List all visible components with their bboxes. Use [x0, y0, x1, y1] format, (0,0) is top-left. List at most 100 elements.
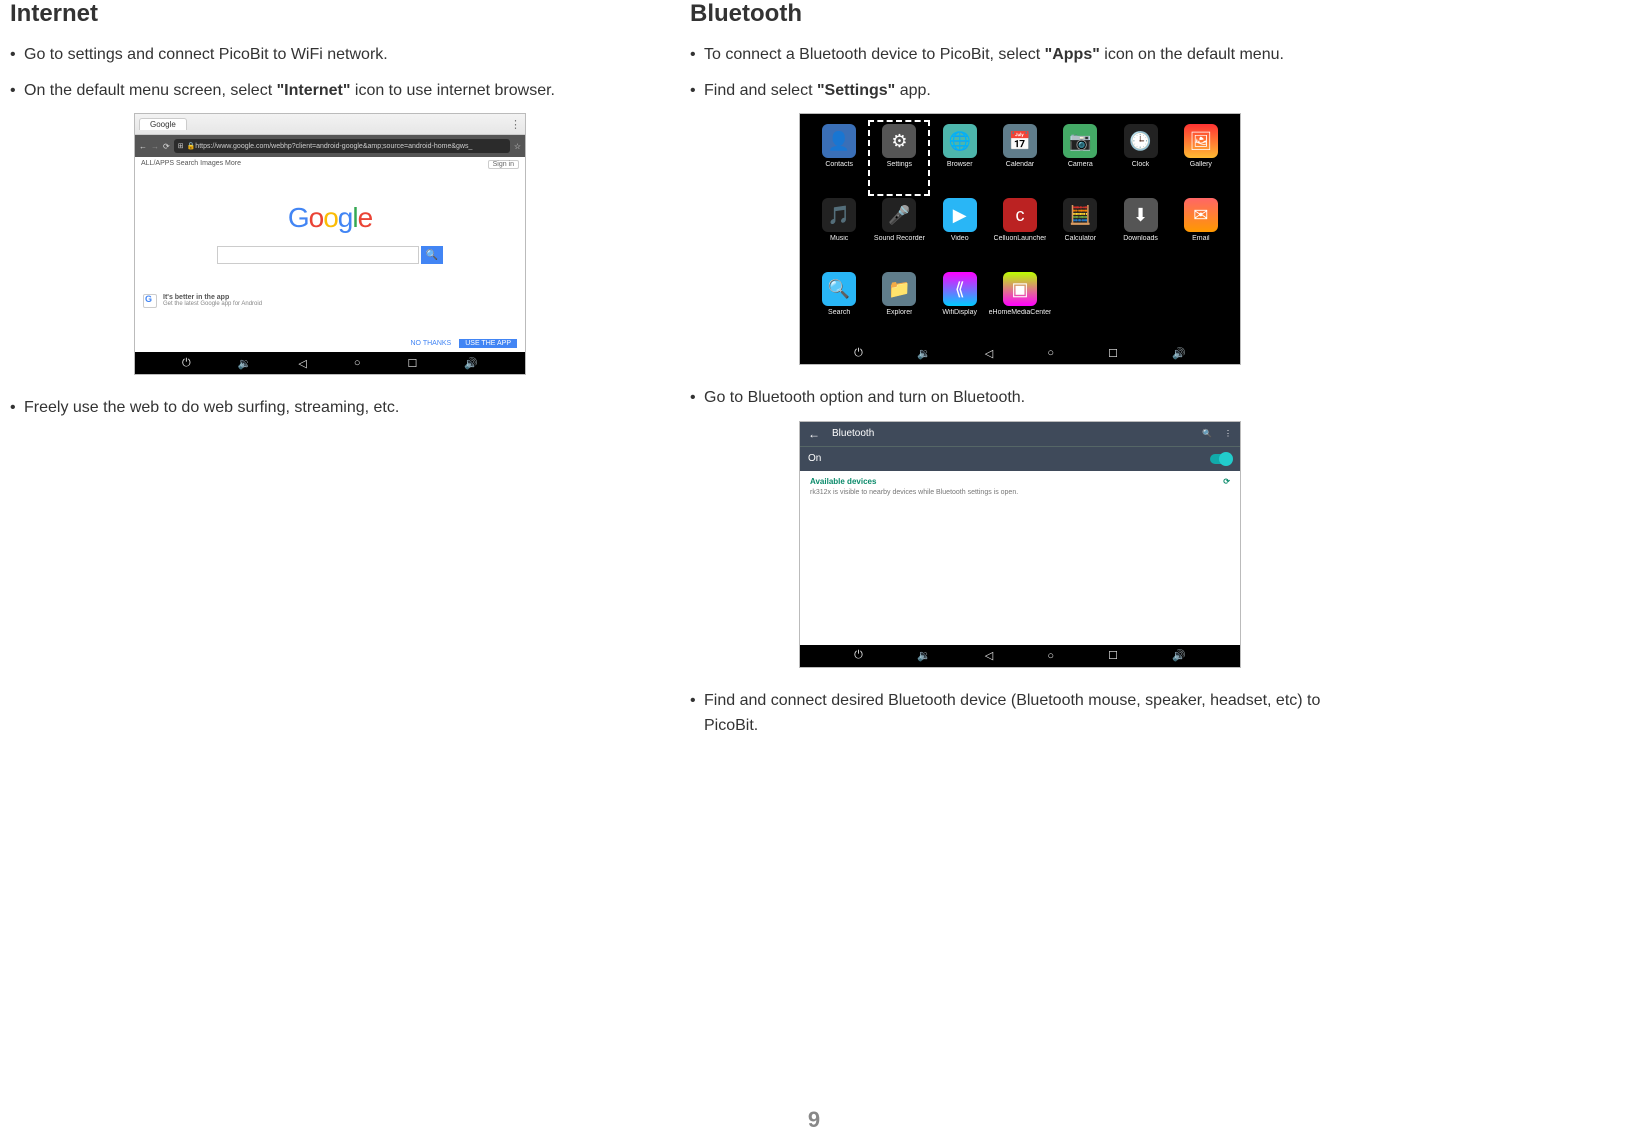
app-label: Settings: [887, 161, 912, 177]
signin-button[interactable]: Sign in: [488, 160, 519, 169]
recents-icon[interactable]: ☐: [1108, 649, 1118, 662]
home-icon[interactable]: ○: [1047, 650, 1054, 662]
figure-bluetooth-settings: ← Bluetooth 🔍 ⋮ On Available devices ⟳: [799, 421, 1241, 668]
app-label: Clock: [1132, 161, 1150, 177]
vol-up-icon[interactable]: 🔊: [1172, 649, 1186, 662]
app-sound-recorder[interactable]: 🎤 Sound Recorder: [872, 198, 926, 266]
app-label: Calendar: [1006, 161, 1034, 177]
vol-down-icon[interactable]: 🔉: [917, 649, 931, 662]
calendar-icon: 📅: [1003, 124, 1037, 158]
back-arrow-icon[interactable]: ←: [808, 427, 820, 441]
app-contacts[interactable]: 👤Contacts: [812, 124, 866, 192]
bt-title: Bluetooth: [832, 428, 874, 439]
nav-back-icon[interactable]: ←: [139, 142, 147, 151]
bt-toggle[interactable]: [1210, 454, 1232, 464]
app-label: Gallery: [1190, 161, 1212, 177]
app-music[interactable]: 🎵 Music: [812, 198, 866, 266]
bullet-internet-2: • On the default menu screen, select "In…: [10, 78, 650, 104]
back-icon[interactable]: ◁: [985, 347, 993, 360]
app-email[interactable]: ✉Email: [1174, 198, 1228, 266]
app-browser[interactable]: 🌐Browser: [933, 124, 987, 192]
column-bluetooth: Bluetooth • To connect a Bluetooth devic…: [690, 0, 1350, 749]
vol-down-icon[interactable]: 🔉: [238, 357, 252, 370]
celluonlauncher-icon: c: [1003, 198, 1037, 232]
app-clock[interactable]: 🕒Clock: [1114, 124, 1168, 192]
more-icon[interactable]: ⋮: [1224, 429, 1232, 438]
sound-recorder-icon: 🎤: [882, 198, 916, 232]
browser-tab[interactable]: Google: [139, 118, 187, 130]
column-internet: Internet • Go to settings and connect Pi…: [10, 0, 650, 749]
app-camera[interactable]: 📷 Camera: [1053, 124, 1107, 192]
app-settings[interactable]: ⚙ Settings: [872, 124, 926, 192]
google-search-input[interactable]: [217, 246, 419, 264]
app-celluonlauncher[interactable]: cCelluonLauncher: [993, 198, 1047, 266]
app-ehomemediacenter[interactable]: ▣eHomeMediaCenter: [993, 272, 1047, 340]
camera-icon: 📷: [1063, 124, 1097, 158]
settings-icon: ⚙: [882, 124, 916, 158]
use-app-button[interactable]: USE THE APP: [459, 339, 517, 348]
app-calculator[interactable]: 🧮 Calculator: [1053, 198, 1107, 266]
refresh-icon[interactable]: ⟳: [1223, 477, 1230, 486]
system-navbar: ⏻ 🔉 ◁ ○ ☐ 🔊: [800, 645, 1240, 667]
url-field[interactable]: ⊞ 🔒 https://www.google.com/webhp?client=…: [174, 139, 510, 153]
app-downloads[interactable]: ⬇Downloads: [1114, 198, 1168, 266]
app-label: Sound Recorder: [874, 235, 925, 251]
home-icon[interactable]: ○: [1047, 347, 1054, 359]
figure-apps-grid: 👤Contacts ⚙ Settings 🌐Browser 📅 Calendar 📷 Came…: [799, 113, 1241, 365]
app-promo: It's better in the app Get the latest Go…: [143, 294, 262, 308]
recents-icon[interactable]: ☐: [1108, 347, 1118, 360]
vol-down-icon[interactable]: 🔉: [917, 347, 931, 360]
back-icon[interactable]: ◁: [985, 649, 993, 662]
calculator-icon: 🧮: [1063, 198, 1097, 232]
bt-on-row: On: [800, 446, 1240, 471]
power-icon[interactable]: ⏻: [854, 649, 863, 662]
browser-icon: 🌐: [943, 124, 977, 158]
nav-fwd-icon[interactable]: →: [151, 142, 159, 151]
bt-header: ← Bluetooth 🔍 ⋮: [800, 422, 1240, 446]
ehomemediacenter-icon: ▣: [1003, 272, 1037, 306]
app-wifidisplay[interactable]: ⟪WifiDisplay: [933, 272, 987, 340]
app-label: Email: [1192, 235, 1210, 251]
browser-urlbar: ← → ⟳ ⊞ 🔒 https://www.google.com/webhp?c…: [135, 135, 525, 157]
app-calendar[interactable]: 📅 Calendar: [993, 124, 1047, 192]
app-gallery[interactable]: 🖼 Gallery: [1174, 124, 1228, 192]
app-label: Music: [830, 235, 848, 251]
google-search-button[interactable]: 🔍: [421, 246, 443, 264]
lock-icon: 🔒: [187, 142, 196, 150]
google-app-icon: [143, 294, 157, 308]
bullet-internet-3: • Freely use the web to do web surfing, …: [10, 395, 650, 421]
bullet-internet-1: • Go to settings and connect PicoBit to …: [10, 42, 650, 68]
power-icon[interactable]: ⏻: [854, 347, 863, 360]
available-devices-label: Available devices: [810, 477, 876, 486]
reload-icon[interactable]: ⟳: [163, 142, 170, 151]
google-topnav: ALL/APPS Search Images More Sign in: [135, 157, 525, 172]
search-icon: 🔍: [426, 250, 438, 261]
bookmark-icon[interactable]: ☆: [514, 142, 521, 151]
back-icon[interactable]: ◁: [298, 357, 306, 370]
app-label: eHomeMediaCenter: [989, 309, 1052, 325]
heading-internet: Internet: [10, 0, 650, 28]
gallery-icon: 🖼: [1184, 124, 1218, 158]
power-icon[interactable]: ⏻: [182, 357, 191, 370]
bt-state-label: On: [808, 453, 821, 464]
app-label: Calculator: [1065, 235, 1097, 251]
vol-up-icon[interactable]: 🔊: [464, 357, 478, 370]
bullet-bt-1: • To connect a Bluetooth device to PicoB…: [690, 42, 1350, 68]
search-icon[interactable]: 🔍: [1202, 429, 1212, 438]
recents-icon[interactable]: ☐: [407, 357, 417, 370]
no-thanks-button[interactable]: NO THANKS: [407, 339, 456, 348]
bullet-bt-2: • Find and select "Settings" app.: [690, 78, 1350, 104]
kebab-icon[interactable]: ⋮: [510, 118, 521, 131]
home-icon[interactable]: ○: [354, 357, 361, 369]
bullet-bt-4: • Find and connect desired Bluetooth dev…: [690, 688, 1350, 739]
figure-browser: Google ⋮ ← → ⟳ ⊞ 🔒 https://www.google.co…: [134, 113, 526, 375]
tab-icon: ⊞: [178, 142, 184, 150]
app-explorer[interactable]: 📁Explorer: [872, 272, 926, 340]
music-icon: 🎵: [822, 198, 856, 232]
vol-up-icon[interactable]: 🔊: [1172, 347, 1186, 360]
contacts-icon: 👤: [822, 124, 856, 158]
browser-tabbar: Google ⋮: [135, 114, 525, 135]
app-search[interactable]: 🔍Search: [812, 272, 866, 340]
app-video[interactable]: ▶Video: [933, 198, 987, 266]
app-label: Camera: [1068, 161, 1093, 177]
